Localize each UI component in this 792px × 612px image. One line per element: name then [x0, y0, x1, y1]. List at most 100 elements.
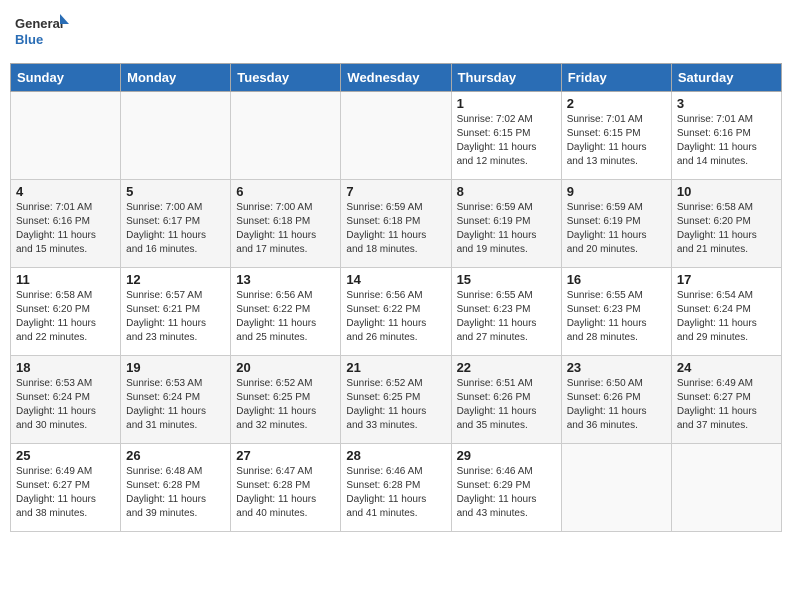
calendar-cell: 14 Sunrise: 6:56 AMSunset: 6:22 PMDayligh… [341, 268, 451, 356]
calendar-cell: 27 Sunrise: 6:47 AMSunset: 6:28 PMDayligh… [231, 444, 341, 532]
page-header: General Blue [10, 10, 782, 55]
day-number: 8 [457, 184, 556, 199]
calendar-cell [561, 444, 671, 532]
calendar-week-row: 4 Sunrise: 7:01 AMSunset: 6:16 PMDaylight… [11, 180, 782, 268]
calendar-cell: 29 Sunrise: 6:46 AMSunset: 6:29 PMDayligh… [451, 444, 561, 532]
day-number: 23 [567, 360, 666, 375]
day-number: 10 [677, 184, 776, 199]
day-info: Sunrise: 6:59 AMSunset: 6:19 PMDaylight:… [567, 201, 666, 257]
calendar-cell: 21 Sunrise: 6:52 AMSunset: 6:25 PMDayligh… [341, 356, 451, 444]
day-info: Sunrise: 6:56 AMSunset: 6:22 PMDaylight:… [236, 289, 335, 345]
day-number: 25 [16, 448, 115, 463]
calendar-cell: 4 Sunrise: 7:01 AMSunset: 6:16 PMDaylight… [11, 180, 121, 268]
day-info: Sunrise: 6:49 AMSunset: 6:27 PMDaylight:… [677, 377, 776, 433]
calendar-cell: 24 Sunrise: 6:49 AMSunset: 6:27 PMDayligh… [671, 356, 781, 444]
day-number: 5 [126, 184, 225, 199]
day-info: Sunrise: 6:59 AMSunset: 6:19 PMDaylight:… [457, 201, 556, 257]
day-info: Sunrise: 6:50 AMSunset: 6:26 PMDaylight:… [567, 377, 666, 433]
day-info: Sunrise: 6:55 AMSunset: 6:23 PMDaylight:… [567, 289, 666, 345]
calendar-cell: 17 Sunrise: 6:54 AMSunset: 6:24 PMDayligh… [671, 268, 781, 356]
day-number: 17 [677, 272, 776, 287]
calendar-table: SundayMondayTuesdayWednesdayThursdayFrid… [10, 63, 782, 532]
day-info: Sunrise: 6:51 AMSunset: 6:26 PMDaylight:… [457, 377, 556, 433]
calendar-cell: 1 Sunrise: 7:02 AMSunset: 6:15 PMDaylight… [451, 92, 561, 180]
day-number: 22 [457, 360, 556, 375]
day-info: Sunrise: 7:01 AMSunset: 6:15 PMDaylight:… [567, 113, 666, 169]
day-number: 26 [126, 448, 225, 463]
calendar-cell [231, 92, 341, 180]
day-number: 27 [236, 448, 335, 463]
day-info: Sunrise: 6:54 AMSunset: 6:24 PMDaylight:… [677, 289, 776, 345]
calendar-cell: 15 Sunrise: 6:55 AMSunset: 6:23 PMDayligh… [451, 268, 561, 356]
day-info: Sunrise: 6:56 AMSunset: 6:22 PMDaylight:… [346, 289, 445, 345]
calendar-cell: 18 Sunrise: 6:53 AMSunset: 6:24 PMDayligh… [11, 356, 121, 444]
calendar-cell: 13 Sunrise: 6:56 AMSunset: 6:22 PMDayligh… [231, 268, 341, 356]
calendar-week-row: 1 Sunrise: 7:02 AMSunset: 6:15 PMDaylight… [11, 92, 782, 180]
day-number: 20 [236, 360, 335, 375]
day-info: Sunrise: 6:57 AMSunset: 6:21 PMDaylight:… [126, 289, 225, 345]
day-info: Sunrise: 6:48 AMSunset: 6:28 PMDaylight:… [126, 465, 225, 521]
day-info: Sunrise: 7:01 AMSunset: 6:16 PMDaylight:… [677, 113, 776, 169]
day-number: 21 [346, 360, 445, 375]
day-info: Sunrise: 7:00 AMSunset: 6:17 PMDaylight:… [126, 201, 225, 257]
day-info: Sunrise: 6:53 AMSunset: 6:24 PMDaylight:… [16, 377, 115, 433]
header-sunday: Sunday [11, 64, 121, 92]
calendar-cell: 26 Sunrise: 6:48 AMSunset: 6:28 PMDayligh… [121, 444, 231, 532]
day-info: Sunrise: 6:52 AMSunset: 6:25 PMDaylight:… [346, 377, 445, 433]
day-number: 4 [16, 184, 115, 199]
header-thursday: Thursday [451, 64, 561, 92]
calendar-week-row: 11Sunrise: 6:58 AMSunset: 6:20 PMDayligh… [11, 268, 782, 356]
day-info: Sunrise: 7:02 AMSunset: 6:15 PMDaylight:… [457, 113, 556, 169]
calendar-cell: 5 Sunrise: 7:00 AMSunset: 6:17 PMDaylight… [121, 180, 231, 268]
day-number: 16 [567, 272, 666, 287]
day-info: Sunrise: 6:52 AMSunset: 6:25 PMDaylight:… [236, 377, 335, 433]
day-number: 28 [346, 448, 445, 463]
day-number: 7 [346, 184, 445, 199]
calendar-header-row: SundayMondayTuesdayWednesdayThursdayFrid… [11, 64, 782, 92]
header-saturday: Saturday [671, 64, 781, 92]
svg-text:Blue: Blue [15, 32, 43, 47]
day-number: 1 [457, 96, 556, 111]
header-friday: Friday [561, 64, 671, 92]
calendar-cell: 12 Sunrise: 6:57 AMSunset: 6:21 PMDayligh… [121, 268, 231, 356]
calendar-cell [341, 92, 451, 180]
calendar-cell: 2 Sunrise: 7:01 AMSunset: 6:15 PMDaylight… [561, 92, 671, 180]
calendar-cell: 3 Sunrise: 7:01 AMSunset: 6:16 PMDaylight… [671, 92, 781, 180]
day-info: Sunrise: 7:00 AMSunset: 6:18 PMDaylight:… [236, 201, 335, 257]
day-info: Sunrise: 6:46 AMSunset: 6:29 PMDaylight:… [457, 465, 556, 521]
svg-text:General: General [15, 16, 63, 31]
day-number: 2 [567, 96, 666, 111]
day-info: Sunrise: 6:55 AMSunset: 6:23 PMDaylight:… [457, 289, 556, 345]
calendar-cell: 19 Sunrise: 6:53 AMSunset: 6:24 PMDayligh… [121, 356, 231, 444]
calendar-cell: 11Sunrise: 6:58 AMSunset: 6:20 PMDayligh… [11, 268, 121, 356]
calendar-cell: 16 Sunrise: 6:55 AMSunset: 6:23 PMDayligh… [561, 268, 671, 356]
calendar-week-row: 25Sunrise: 6:49 AMSunset: 6:27 PMDayligh… [11, 444, 782, 532]
day-number: 13 [236, 272, 335, 287]
day-info: Sunrise: 7:01 AMSunset: 6:16 PMDaylight:… [16, 201, 115, 257]
calendar-cell: 22 Sunrise: 6:51 AMSunset: 6:26 PMDayligh… [451, 356, 561, 444]
header-monday: Monday [121, 64, 231, 92]
calendar-cell: 8 Sunrise: 6:59 AMSunset: 6:19 PMDaylight… [451, 180, 561, 268]
day-number: 3 [677, 96, 776, 111]
day-number: 12 [126, 272, 225, 287]
calendar-cell: 6 Sunrise: 7:00 AMSunset: 6:18 PMDaylight… [231, 180, 341, 268]
header-tuesday: Tuesday [231, 64, 341, 92]
logo-svg: General Blue [14, 10, 69, 55]
calendar-cell [671, 444, 781, 532]
day-info: Sunrise: 6:58 AMSunset: 6:20 PMDaylight:… [677, 201, 776, 257]
calendar-cell [121, 92, 231, 180]
day-info: Sunrise: 6:59 AMSunset: 6:18 PMDaylight:… [346, 201, 445, 257]
day-number: 24 [677, 360, 776, 375]
day-info: Sunrise: 6:47 AMSunset: 6:28 PMDaylight:… [236, 465, 335, 521]
day-number: 18 [16, 360, 115, 375]
day-number: 9 [567, 184, 666, 199]
day-number: 29 [457, 448, 556, 463]
day-number: 19 [126, 360, 225, 375]
day-number: 14 [346, 272, 445, 287]
logo: General Blue [14, 10, 69, 55]
day-number: 15 [457, 272, 556, 287]
day-info: Sunrise: 6:53 AMSunset: 6:24 PMDaylight:… [126, 377, 225, 433]
calendar-cell: 23 Sunrise: 6:50 AMSunset: 6:26 PMDayligh… [561, 356, 671, 444]
calendar-cell: 20 Sunrise: 6:52 AMSunset: 6:25 PMDayligh… [231, 356, 341, 444]
day-number: 6 [236, 184, 335, 199]
